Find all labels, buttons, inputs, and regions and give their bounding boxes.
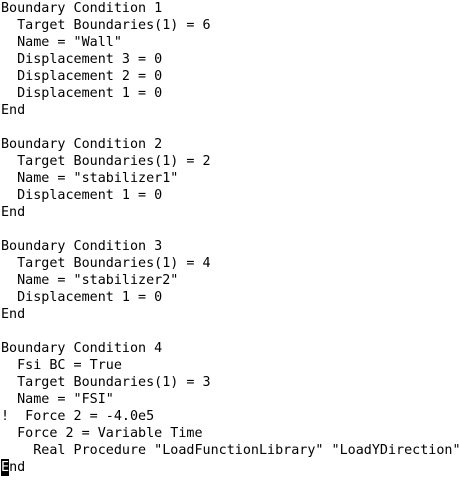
editor-line[interactable]: Target Boundaries(1) = 2 (1, 153, 211, 170)
editor-line[interactable]: Displacement 1 = 0 (1, 187, 162, 204)
editor-line[interactable]: Target Boundaries(1) = 4 (1, 255, 211, 272)
editor-line[interactable]: Displacement 1 = 0 (1, 85, 162, 102)
editor-line[interactable]: Target Boundaries(1) = 3 (1, 374, 211, 391)
text-cursor: E (1, 459, 10, 476)
last-line-rest: nd (9, 460, 26, 475)
editor-line[interactable]: Displacement 2 = 0 (1, 68, 162, 85)
editor-line[interactable]: End (1, 204, 25, 221)
editor-line[interactable]: Boundary Condition 2 (1, 136, 162, 153)
editor-line[interactable]: Name = "Wall" (1, 34, 122, 51)
text-editor[interactable]: Boundary Condition 1 Target Boundaries(1… (0, 0, 459, 482)
editor-line[interactable]: Fsi BC = True (1, 357, 122, 374)
editor-line[interactable]: Name = "FSI" (1, 391, 114, 408)
editor-line[interactable]: Boundary Condition 3 (1, 238, 162, 255)
editor-line[interactable]: Displacement 1 = 0 (1, 289, 162, 306)
editor-line[interactable]: Target Boundaries(1) = 6 (1, 17, 211, 34)
editor-line[interactable]: Displacement 3 = 0 (1, 51, 162, 68)
editor-line-last[interactable]: End (1, 459, 25, 476)
editor-line[interactable]: Boundary Condition 4 (1, 340, 162, 357)
editor-line[interactable]: Boundary Condition 1 (1, 0, 162, 17)
editor-line[interactable]: Force 2 = Variable Time (1, 425, 202, 442)
editor-line[interactable]: End (1, 306, 25, 323)
editor-line[interactable]: End (1, 102, 25, 119)
editor-line[interactable]: ! Force 2 = -4.0e5 (1, 408, 154, 425)
editor-line[interactable]: Name = "stabilizer2" (1, 272, 178, 289)
editor-line[interactable]: Name = "stabilizer1" (1, 170, 178, 187)
editor-line[interactable]: Real Procedure "LoadFunctionLibrary" "Lo… (1, 442, 459, 459)
